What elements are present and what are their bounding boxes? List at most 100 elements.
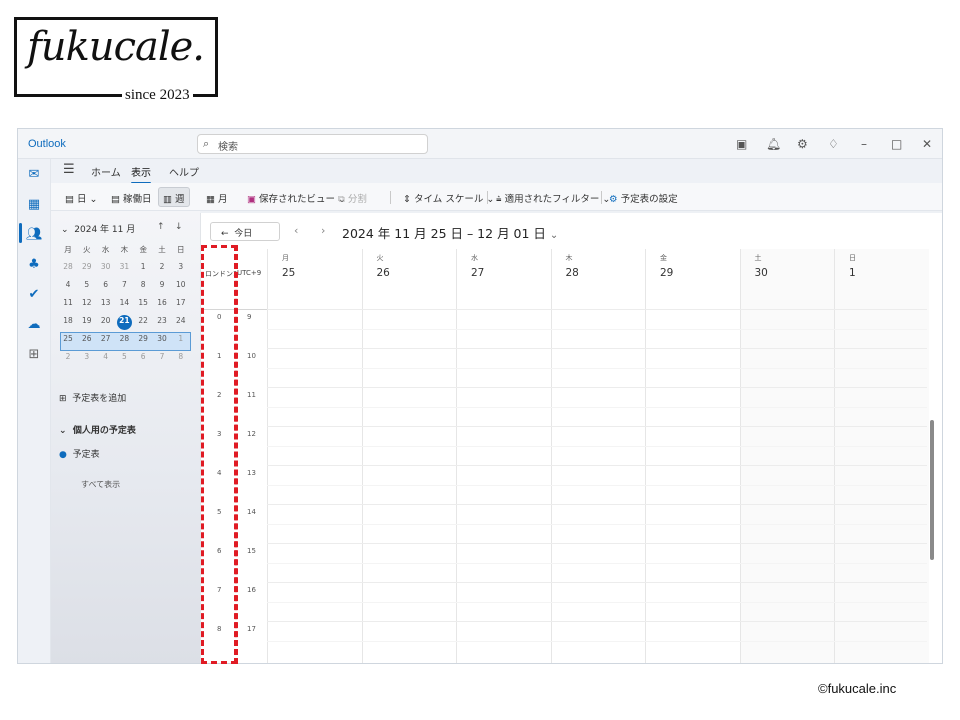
- day-cell[interactable]: 3: [172, 262, 190, 271]
- day-cell[interactable]: 20: [97, 316, 115, 325]
- calendar-group-label: 個人用の予定表: [72, 426, 136, 436]
- add-calendar-button[interactable]: ⊞ 予定表を追加: [59, 391, 126, 404]
- calendar-group[interactable]: ⌄ 個人用の予定表: [59, 423, 136, 436]
- ribbon-separator: [390, 191, 391, 204]
- day-cell[interactable]: 26: [78, 334, 96, 343]
- day-cell[interactable]: 6: [97, 280, 115, 289]
- day-cell[interactable]: 18: [59, 316, 77, 325]
- todo-icon[interactable]: ✔: [26, 287, 42, 303]
- today-label: 今日: [234, 229, 253, 239]
- week-view-button[interactable]: ▥ 週: [158, 187, 190, 207]
- day-cell[interactable]: 28: [115, 334, 133, 343]
- hamburger-icon[interactable]: ☰: [63, 162, 75, 177]
- next-week-icon[interactable]: ›: [321, 224, 325, 237]
- bell-icon[interactable]: 🔔︎: [766, 137, 781, 151]
- week-row[interactable]: 28 29 30 31 1 2 3: [59, 259, 191, 277]
- mini-calendar-month[interactable]: ⌄ 2024 年 11 月: [61, 222, 135, 235]
- chevron-down-icon: ⌄: [59, 426, 67, 436]
- week-row[interactable]: 25 26 27 28 29 30 1: [59, 331, 191, 349]
- day-cell[interactable]: 30: [153, 334, 171, 343]
- apps-icon[interactable]: ⊞: [26, 347, 42, 363]
- day-cell[interactable]: 5: [115, 352, 133, 361]
- day-cell[interactable]: 1: [134, 262, 152, 271]
- close-icon[interactable]: ✕: [922, 137, 932, 151]
- day-cell[interactable]: 29: [134, 334, 152, 343]
- day-cell[interactable]: 25: [59, 334, 77, 343]
- hour-label-tz2: 11: [247, 391, 256, 399]
- split-label: 分割: [347, 194, 367, 205]
- week-row[interactable]: 18 19 20 21 22 23 24: [59, 313, 191, 331]
- maximize-icon[interactable]: □: [891, 137, 902, 151]
- day-cell[interactable]: 12: [78, 298, 96, 307]
- day-cell[interactable]: 30: [97, 262, 115, 271]
- day-view-button[interactable]: ▤ 日 ⌄: [61, 187, 102, 207]
- day-cell[interactable]: 5: [78, 280, 96, 289]
- day-cell[interactable]: 16: [153, 298, 171, 307]
- calendar-icon[interactable]: ▦: [26, 197, 42, 213]
- day-cell[interactable]: 13: [97, 298, 115, 307]
- vertical-scrollbar[interactable]: [930, 420, 934, 560]
- day-cell[interactable]: 9: [153, 280, 171, 289]
- calendar-settings-button[interactable]: ⚙ 予定表の設定: [605, 187, 682, 207]
- day-cell[interactable]: 28: [59, 262, 77, 271]
- week-row[interactable]: 11 12 13 14 15 16 17: [59, 295, 191, 313]
- filters-button[interactable]: ⩮ 適用されたフィルター ⌄: [492, 187, 614, 207]
- onedrive-icon[interactable]: ☁: [26, 317, 42, 333]
- day-cell[interactable]: 6: [134, 352, 152, 361]
- day-cell[interactable]: 31: [115, 262, 133, 271]
- day-cell[interactable]: 21: [115, 316, 133, 325]
- next-month-icon[interactable]: ↓: [175, 222, 183, 232]
- month-label: 月: [218, 194, 228, 205]
- ribbon-separator: [601, 191, 602, 204]
- lightbulb-icon[interactable]: ♢: [828, 137, 839, 151]
- day-cell[interactable]: 11: [59, 298, 77, 307]
- hour-label-tz2: 16: [247, 586, 256, 594]
- calendar-item[interactable]: ● 予定表: [59, 447, 100, 460]
- day-cell[interactable]: 27: [97, 334, 115, 343]
- day-cell[interactable]: 8: [172, 352, 190, 361]
- day-number: 26: [376, 267, 390, 279]
- day-cell[interactable]: 22: [134, 316, 152, 325]
- day-cell[interactable]: 19: [78, 316, 96, 325]
- day-cell[interactable]: 15: [134, 298, 152, 307]
- mail-icon[interactable]: ✉: [26, 167, 42, 183]
- week-row[interactable]: 4 5 6 7 8 9 10: [59, 277, 191, 295]
- week-row[interactable]: 2345678: [59, 349, 191, 367]
- prev-week-icon[interactable]: ‹: [294, 224, 298, 237]
- day-cell[interactable]: 4: [59, 280, 77, 289]
- weekday-label: 木: [120, 245, 129, 254]
- menu-view[interactable]: 表示: [131, 164, 151, 184]
- month-view-button[interactable]: ▦ 月: [202, 187, 232, 207]
- prev-month-icon[interactable]: ↑: [157, 222, 165, 232]
- day-cell[interactable]: 17: [172, 298, 190, 307]
- day-cell[interactable]: 4: [97, 352, 115, 361]
- groups-icon[interactable]: ♣: [26, 257, 42, 273]
- day-cell[interactable]: 2: [59, 352, 77, 361]
- add-calendar-icon: ⊞: [59, 394, 67, 404]
- minimize-icon[interactable]: –: [861, 137, 867, 151]
- split-button[interactable]: ⧉ 分割: [334, 187, 371, 207]
- day-cell[interactable]: 1: [172, 334, 190, 343]
- day-cell[interactable]: 8: [134, 280, 152, 289]
- people-icon[interactable]: 👥︎: [26, 227, 43, 243]
- timescale-button[interactable]: ⇕ タイム スケール ⌄: [399, 187, 498, 207]
- workweek-view-button[interactable]: ▤ 稼働日: [107, 187, 156, 207]
- day-cell[interactable]: 14: [115, 298, 133, 307]
- date-range[interactable]: 2024 年 11 月 25 日 – 12 月 01 日 ⌄: [342, 223, 558, 242]
- show-all-link[interactable]: すべて表示: [81, 479, 120, 490]
- menu-help[interactable]: ヘルプ: [169, 164, 199, 179]
- menu-home[interactable]: ホーム: [91, 164, 121, 179]
- day-cell[interactable]: 29: [78, 262, 96, 271]
- day-cell[interactable]: 10: [172, 280, 190, 289]
- today-button[interactable]: ← 今日: [210, 222, 280, 241]
- day-cell[interactable]: 7: [115, 280, 133, 289]
- hour-line: [267, 504, 927, 505]
- day-cell[interactable]: 23: [153, 316, 171, 325]
- search-input[interactable]: ⌕ 検索: [197, 134, 428, 154]
- day-cell[interactable]: 2: [153, 262, 171, 271]
- day-cell[interactable]: 24: [172, 316, 190, 325]
- day-cell[interactable]: 3: [78, 352, 96, 361]
- gear-icon[interactable]: ⚙: [797, 137, 808, 151]
- day-cell[interactable]: 7: [153, 352, 171, 361]
- notes-icon[interactable]: ▣: [736, 137, 747, 151]
